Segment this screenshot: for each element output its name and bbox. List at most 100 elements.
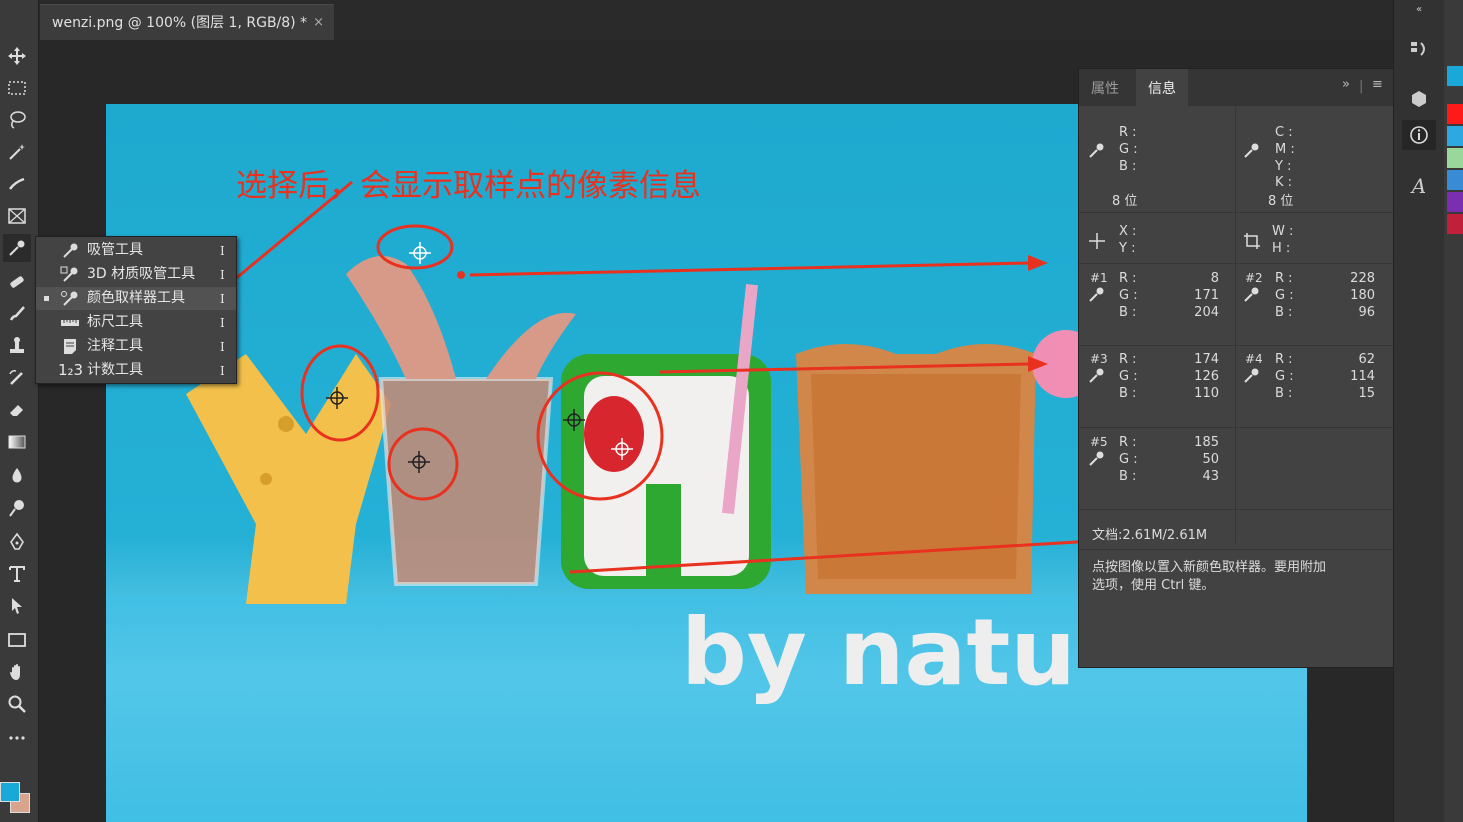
panel-divider [1079, 263, 1394, 264]
sampler-r-label: R : [1119, 435, 1137, 450]
swatch[interactable] [1447, 192, 1463, 212]
marquee-tool-icon[interactable] [3, 74, 31, 102]
swatch[interactable] [1447, 148, 1463, 168]
sampler-r-label: R : [1275, 352, 1293, 367]
collapse-dock-icon[interactable]: « [1402, 2, 1436, 16]
dodge-tool-icon[interactable] [3, 494, 31, 522]
swatch[interactable] [1447, 126, 1463, 146]
brush-tool-icon[interactable] [3, 300, 31, 328]
swatches-strip [1444, 0, 1463, 822]
flyout-item-shortcut: I [220, 244, 225, 258]
gradient-tool-icon[interactable] [3, 428, 31, 456]
sampler-g-value: 180 [1350, 288, 1375, 303]
sampler-eyedropper-icon [1244, 287, 1259, 302]
panel-menu-icon[interactable]: ≡ [1372, 77, 1383, 92]
3d-icon[interactable] [1402, 84, 1436, 114]
more-tools-icon[interactable] [3, 724, 31, 752]
type-tool-icon[interactable] [3, 560, 31, 588]
selection-size-icon [1244, 233, 1260, 249]
info-rgb-bits: 8 位 [1112, 194, 1138, 209]
document-tab-title: wenzi.png @ 100% (图层 1, RGB/8) * [52, 15, 308, 31]
clone-stamp-tool-icon[interactable] [3, 332, 31, 360]
panel-divider [1079, 549, 1394, 550]
sampler-r-value: 8 [1210, 271, 1219, 286]
sampler-b-value: 43 [1202, 469, 1219, 484]
sampler-eyedropper-icon [1089, 368, 1104, 383]
sampler-b-value: 15 [1358, 386, 1375, 401]
info-hint: 点按图像以置入新颜色取样器。要用附加 选项，使用 Ctrl 键。 [1092, 560, 1327, 593]
flyout-item-eyedropper[interactable]: 吸管工具 I [36, 239, 236, 262]
eyedropper-tool-icon[interactable] [3, 234, 31, 262]
blur-tool-icon[interactable] [3, 462, 31, 490]
panel-divider [1235, 107, 1236, 543]
info-y-label: Y : [1275, 159, 1292, 174]
foreground-color-swatch[interactable] [0, 782, 20, 802]
sampler-eyedropper-icon [1244, 368, 1259, 383]
sampler-g-label: G : [1275, 288, 1294, 303]
rectangle-tool-icon[interactable] [3, 626, 31, 654]
info-x-label: X : [1119, 224, 1137, 239]
document-tab[interactable]: wenzi.png @ 100% (图层 1, RGB/8) * × [40, 4, 334, 40]
eyedropper-icon [1089, 143, 1104, 158]
swatch[interactable] [1447, 214, 1463, 234]
flyout-item-label: 计数工具 [87, 362, 143, 378]
move-tool-icon[interactable] [3, 42, 31, 70]
magic-wand-tool-icon[interactable] [3, 138, 31, 166]
sampler-b-label: B : [1275, 305, 1293, 320]
sampler-r-label: R : [1275, 271, 1293, 286]
info-g-label: G : [1119, 142, 1138, 157]
flyout-item-shortcut: I [220, 340, 225, 354]
pen-tool-icon[interactable] [3, 528, 31, 556]
flyout-item-ruler[interactable]: 标尺工具 I [36, 311, 236, 334]
3d-material-eyedropper-icon [60, 266, 80, 283]
annotation-text: 选择后，会显示取样点的像素信息 [236, 168, 701, 204]
flyout-item-count[interactable]: 1₂3 计数工具 I [36, 359, 236, 382]
flyout-item-shortcut: I [220, 292, 225, 306]
flyout-item-shortcut: I [220, 268, 225, 282]
sampler-b-label: B : [1119, 386, 1137, 401]
panel-divider [1079, 345, 1394, 346]
panel-divider [1079, 427, 1394, 428]
expand-icon[interactable]: » [1342, 77, 1350, 92]
sampler-r-value: 228 [1350, 271, 1375, 286]
lasso-tool-icon[interactable] [3, 106, 31, 134]
info-panel-icon[interactable] [1402, 120, 1436, 150]
info-cmyk-bits: 8 位 [1268, 194, 1294, 209]
path-selection-tool-icon[interactable] [3, 592, 31, 620]
sampler-b-label: B : [1119, 469, 1137, 484]
hand-tool-icon[interactable] [3, 658, 31, 686]
eyedropper-tool-flyout: 吸管工具 I 3D 材质吸管工具 I 颜色取样器工具 I 标尺工具 I 注释工具… [35, 236, 237, 384]
sampler-g-label: G : [1275, 369, 1294, 384]
zoom-tool-icon[interactable] [3, 690, 31, 718]
note-icon [60, 338, 80, 355]
flyout-item-shortcut: I [220, 316, 225, 330]
close-tab-icon[interactable]: × [313, 5, 324, 41]
flyout-item-note[interactable]: 注释工具 I [36, 335, 236, 358]
sampler-eyedropper-icon [1089, 287, 1104, 302]
sampler-eyedropper-icon [1089, 451, 1104, 466]
flyout-item-3d-material-eyedropper[interactable]: 3D 材质吸管工具 I [36, 263, 236, 286]
sampler-g-value: 126 [1194, 369, 1219, 384]
ruler-icon [60, 314, 80, 331]
tools-panel [0, 0, 39, 822]
history-icon[interactable] [1402, 34, 1436, 64]
eraser-tool-icon[interactable] [3, 396, 31, 424]
info-panel: 属性 信息 » | ≡ R : G : B : 8 位 C : M : Y : … [1078, 68, 1395, 668]
flyout-item-color-sampler[interactable]: 颜色取样器工具 I [36, 287, 236, 310]
tab-properties[interactable]: 属性 [1079, 69, 1131, 106]
sampler-id: #5 [1090, 435, 1108, 449]
info-k-label: K : [1275, 175, 1293, 190]
tab-info[interactable]: 信息 [1136, 69, 1188, 106]
panel-header: 属性 信息 » | ≡ [1079, 69, 1394, 106]
character-icon[interactable]: A [1402, 171, 1436, 201]
eyedropper-icon [1244, 143, 1259, 158]
swatch[interactable] [1447, 66, 1463, 86]
swatch[interactable] [1447, 104, 1463, 124]
healing-brush-tool-icon[interactable] [3, 268, 31, 296]
history-brush-tool-icon[interactable] [3, 364, 31, 392]
eyedropper-icon [60, 242, 80, 259]
swatch[interactable] [1447, 170, 1463, 190]
crop-brush-tool-icon[interactable] [3, 170, 31, 198]
sampler-r-value: 174 [1194, 352, 1219, 367]
frame-tool-icon[interactable] [3, 202, 31, 230]
